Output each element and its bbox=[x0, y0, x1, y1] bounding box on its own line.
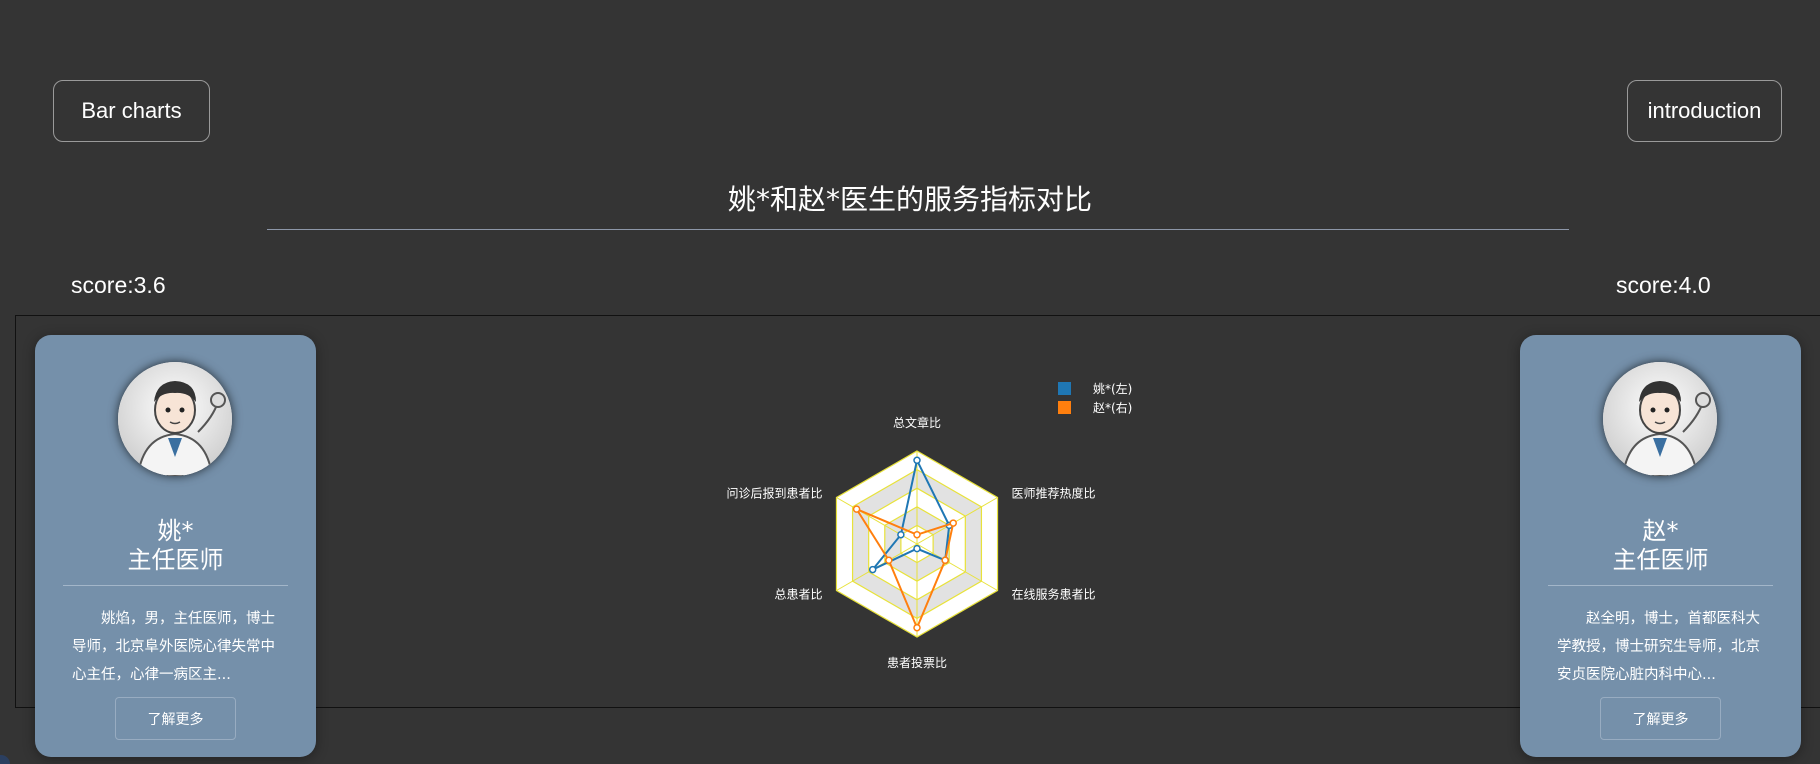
doctor-card-right: 赵* 主任医师 赵全明，博士，首都医科大学教授，博士研究生导师，北京安贞医院心脏… bbox=[1520, 335, 1801, 757]
doctor-title: 主任医师 bbox=[1612, 546, 1709, 574]
learn-more-button[interactable]: 了解更多 bbox=[1600, 697, 1721, 740]
legend-swatch bbox=[1058, 382, 1071, 395]
legend-swatch bbox=[1058, 401, 1071, 414]
radar-data-point bbox=[885, 556, 893, 565]
learn-more-button[interactable]: 了解更多 bbox=[115, 697, 236, 740]
radar-data-point bbox=[868, 565, 877, 574]
doctor-description: 姚焰，男，主任医师，博士导师，北京阜外医院心律失常中心主任，心律一病区主... bbox=[72, 611, 275, 683]
radar-data-point bbox=[852, 505, 861, 513]
legend-label: 姚*(左) bbox=[1093, 381, 1132, 396]
radar-data-point bbox=[913, 544, 921, 553]
radar-indicator-label: 总患者比 bbox=[774, 588, 822, 602]
radar-data-point bbox=[897, 530, 905, 539]
radar-indicator-label: 医师推荐热度比 bbox=[1012, 486, 1096, 501]
card-divider bbox=[63, 585, 288, 586]
doctor-avatar bbox=[1603, 362, 1717, 476]
radar-indicator-label: 问诊后报到患者比 bbox=[726, 486, 822, 501]
radar-data-point bbox=[949, 519, 957, 527]
radar-data-point bbox=[913, 623, 921, 632]
card-divider bbox=[1548, 585, 1773, 586]
radar-indicator-label: 总文章比 bbox=[893, 415, 941, 430]
radar-data-point bbox=[913, 530, 921, 539]
doctor-avatar bbox=[118, 362, 232, 476]
radar-data-point bbox=[913, 456, 921, 465]
doctor-card-left: 姚* 主任医师 姚焰，男，主任医师，博士导师，北京阜外医院心律失常中心主任，心律… bbox=[35, 335, 316, 757]
legend-label: 赵*(右) bbox=[1093, 400, 1132, 415]
radar-indicator-label: 在线服务患者比 bbox=[1012, 587, 1096, 602]
doctor-description: 赵全明，博士，首都医科大学教授，博士研究生导师，北京安贞医院心脏内科中心... bbox=[1557, 611, 1760, 683]
radar-indicator-label: 患者投票比 bbox=[887, 655, 947, 670]
radar-data-point bbox=[941, 556, 949, 565]
doctor-title: 主任医师 bbox=[127, 546, 224, 574]
